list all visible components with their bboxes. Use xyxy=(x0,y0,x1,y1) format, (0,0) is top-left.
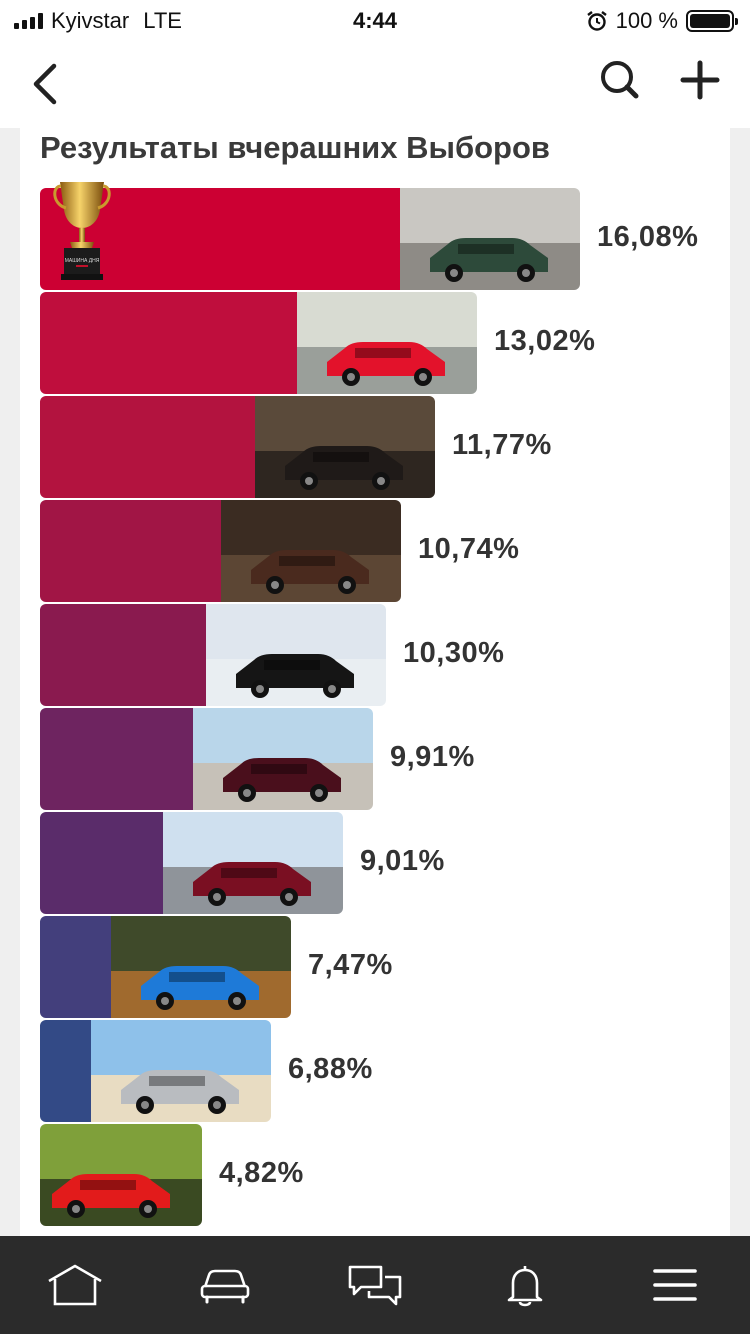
result-bar xyxy=(40,1020,271,1122)
bar-value-label: 13,02% xyxy=(494,325,596,357)
result-bar xyxy=(40,916,291,1018)
screen: Kyivstar LTE 4:44 100 % Результаты вчера… xyxy=(0,0,750,1334)
car-photo xyxy=(206,604,386,706)
result-bar xyxy=(40,1124,202,1226)
bar-fill xyxy=(40,812,163,914)
result-bar-row[interactable]: 6,88% xyxy=(40,1020,730,1122)
result-bar xyxy=(40,500,401,602)
car-photo xyxy=(40,1124,202,1226)
chat-bubbles-icon xyxy=(348,1265,402,1306)
result-bar xyxy=(40,188,580,290)
bar-value-label: 6,88% xyxy=(288,1053,373,1085)
result-bar xyxy=(40,396,435,498)
car-photo xyxy=(91,1020,271,1122)
car-photo xyxy=(221,500,401,602)
bar-fill xyxy=(40,396,255,498)
result-bar-row[interactable]: 11,77% xyxy=(40,396,730,498)
hamburger-menu-icon xyxy=(653,1269,697,1301)
result-bar xyxy=(40,604,386,706)
bar-fill xyxy=(40,604,206,706)
bar-value-label: 11,77% xyxy=(452,429,552,461)
bell-icon xyxy=(507,1266,543,1307)
results-card: Результаты вчерашних Выборов 16,08% 13,02… xyxy=(20,128,730,1236)
back-button[interactable] xyxy=(28,62,68,106)
search-button[interactable] xyxy=(598,58,642,102)
bar-value-label: 10,74% xyxy=(418,533,520,565)
carrier-name: Kyivstar xyxy=(51,8,130,33)
result-bar-row[interactable]: 4,82% xyxy=(40,1124,730,1226)
result-bar-row[interactable]: 7,47% xyxy=(40,916,730,1018)
result-bar-row[interactable]: 9,91% xyxy=(40,708,730,810)
status-right: 100 % xyxy=(586,8,738,34)
tab-menu[interactable] xyxy=(635,1255,715,1315)
car-icon xyxy=(200,1269,250,1304)
alarm-clock-icon xyxy=(586,11,607,31)
status-left: Kyivstar LTE xyxy=(14,8,182,34)
result-bar-row[interactable]: 9,01% xyxy=(40,812,730,914)
result-bar-row[interactable]: 16,08% xyxy=(40,188,730,290)
battery-percent: 100 % xyxy=(615,8,678,33)
tab-bar xyxy=(0,1236,750,1334)
car-photo xyxy=(193,708,373,810)
tab-garage[interactable] xyxy=(185,1255,265,1315)
result-bar-row[interactable]: 10,30% xyxy=(40,604,730,706)
plus-icon xyxy=(680,60,720,100)
tab-notifications[interactable] xyxy=(485,1255,565,1315)
add-button[interactable] xyxy=(680,60,720,100)
car-photo xyxy=(111,916,291,1018)
car-photo xyxy=(400,188,580,290)
signal-icon xyxy=(14,13,43,29)
nav-bar xyxy=(0,42,750,128)
car-photo xyxy=(297,292,477,394)
result-bar-row[interactable]: 13,02% xyxy=(40,292,730,394)
bar-value-label: 10,30% xyxy=(403,637,505,669)
car-photo xyxy=(163,812,343,914)
bar-fill xyxy=(40,708,193,810)
bar-fill xyxy=(40,916,111,1018)
bar-fill xyxy=(40,292,297,394)
results-bar-chart: 16,08% 13,02% 11,77% 10,74% 10,30% 9,91% 9,01%… xyxy=(40,182,730,1228)
bar-value-label: 16,08% xyxy=(597,221,699,253)
bar-fill xyxy=(40,188,400,290)
result-bar xyxy=(40,292,477,394)
search-icon xyxy=(601,61,639,99)
home-icon xyxy=(48,1264,102,1306)
bar-value-label: 7,47% xyxy=(308,949,393,981)
bar-fill xyxy=(40,1020,91,1122)
result-bar xyxy=(40,708,373,810)
bar-value-label: 4,82% xyxy=(219,1157,304,1189)
battery-icon xyxy=(686,10,738,32)
tab-home[interactable] xyxy=(35,1255,115,1315)
bar-fill xyxy=(40,500,221,602)
bar-value-label: 9,91% xyxy=(390,741,475,773)
bar-value-label: 9,01% xyxy=(360,845,445,877)
tab-messages[interactable] xyxy=(335,1255,415,1315)
page-title: Результаты вчерашних Выборов xyxy=(40,130,550,165)
chevron-left-icon xyxy=(33,63,57,105)
result-bar-row[interactable]: 10,74% xyxy=(40,500,730,602)
result-bar xyxy=(40,812,343,914)
status-bar: Kyivstar LTE 4:44 100 % xyxy=(0,0,750,42)
network-type: LTE xyxy=(143,8,182,33)
car-photo xyxy=(255,396,435,498)
